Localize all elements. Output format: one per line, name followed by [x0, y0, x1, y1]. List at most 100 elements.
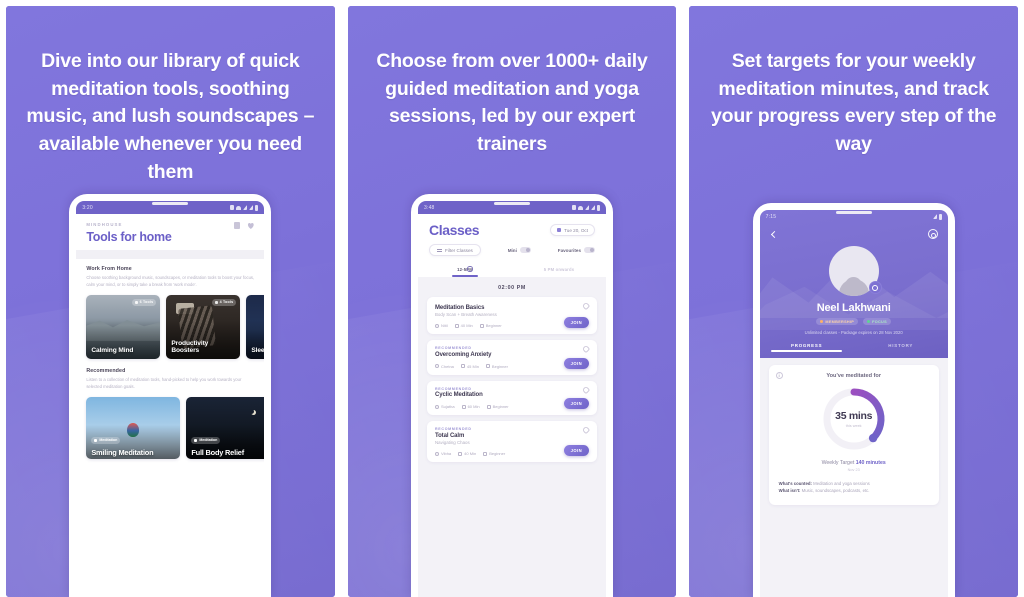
progress-ring-center: 35 mins this week [819, 384, 889, 454]
recommended-card[interactable]: Meditation Full Body Relief [186, 396, 265, 459]
level-meta: Beginner [483, 451, 505, 456]
join-button[interactable]: JOIN [563, 398, 589, 409]
tab-afternoon[interactable]: 12-5PM [418, 264, 512, 277]
signal-2-icon [591, 205, 595, 210]
tool-count-badge: 4 Tools [211, 298, 237, 306]
clock-icon [454, 323, 459, 328]
avatar-body [838, 279, 869, 296]
class-list[interactable]: 02:00 PM Meditation Basics Body Scan + B… [418, 277, 606, 597]
counted-label: What's counted: [778, 481, 812, 486]
favourites-toggle-label: Favourites [557, 247, 581, 253]
membership-badge-label: MEMBERSHIP [825, 319, 855, 324]
toggle-switch[interactable] [519, 247, 531, 253]
weekly-target-value: 140 minutes [855, 460, 886, 466]
recommended-section: Recommended Listen to a collection of me… [76, 359, 265, 459]
class-card[interactable]: Meditation Basics Body Scan + Breath Awa… [427, 297, 597, 334]
date-picker-button[interactable]: Tue 20, Oct [550, 224, 595, 236]
weekly-target-label: Weekly Target [821, 460, 855, 466]
level-icon [485, 364, 490, 368]
user-name: Neel Lakhwani [816, 302, 891, 314]
duration-meta: 60 Min [461, 404, 480, 409]
class-title: Overcoming Anxiety [435, 351, 492, 358]
status-icons [932, 213, 942, 220]
avatar-wrapper [828, 246, 882, 296]
class-card[interactable]: RECOMMENDED Cyclic Meditation Sujatha 60… [427, 380, 597, 415]
signal-icon [585, 205, 589, 210]
meditation-icon [94, 438, 98, 442]
tools-icon [134, 300, 138, 304]
level-meta: Beginner [479, 323, 502, 328]
tab-evening[interactable]: 5 PM onwards [512, 264, 606, 277]
person-icon [435, 404, 439, 409]
status-icons [572, 204, 600, 211]
class-card[interactable]: RECOMMENDED Total Calm Navigating Chaos … [427, 421, 597, 462]
join-label: JOIN [570, 448, 582, 453]
class-card[interactable]: RECOMMENDED Overcoming Anxiety Chetna 45… [427, 340, 597, 375]
screen-1-header: MINDHOUSE Tools for home [76, 214, 265, 250]
recommended-card-label: Smiling Meditation [91, 447, 154, 457]
tab-history[interactable]: HISTORY [854, 343, 948, 352]
counted-line: What's counted: Meditation and yoga sess… [779, 480, 929, 487]
section-body: Listen to a collection of meditation too… [86, 376, 242, 389]
duration-meta: 40 Min [458, 451, 476, 456]
weekly-target-sub: Nov 23 [847, 468, 860, 472]
phone-1-screen: 3:20 MINDHOUSE Tools for home Work From … [76, 201, 265, 597]
status-icons [230, 204, 259, 211]
filter-classes-button[interactable]: Filter Classes [429, 244, 481, 256]
tool-count-label: 4 Tools [219, 300, 234, 305]
battery-icon [597, 204, 600, 211]
recommended-card[interactable]: Meditation Smiling Meditation [86, 396, 181, 459]
date-label: Tue 20, Oct [564, 227, 588, 233]
phone-mockup-3: 7:15 Neel Lakhwani MEMBERSHIP FOCUS Unli… [752, 203, 955, 597]
phone-2-screen: 3:48 Classes Tue 20, Oct Filter Classes … [418, 201, 606, 597]
heart-icon[interactable] [247, 222, 254, 229]
page-title: Classes [429, 222, 480, 238]
filter-label: Filter Classes [445, 247, 473, 253]
section-body: Choose soothing background music, sounds… [86, 275, 255, 287]
favourites-toggle[interactable]: Favourites [558, 247, 595, 253]
class-title: Meditation Basics [435, 304, 485, 311]
panel-3-headline: Set targets for your weekly meditation m… [711, 50, 997, 156]
class-subtitle: Body Scan + Breath Awareness [435, 312, 497, 317]
trainer-meta: Nitil [435, 323, 448, 328]
progress-card: i You've meditated for 35 mins this week… [768, 365, 939, 505]
sliders-icon [437, 248, 442, 252]
join-button[interactable]: JOIN [563, 357, 589, 369]
cart-icon[interactable] [234, 222, 241, 229]
not-counted-value: Music, soundscapes, podcasts, etc. [801, 488, 870, 494]
moon-art [249, 409, 254, 414]
membership-badges: MEMBERSHIP FOCUS [760, 318, 948, 325]
tool-count-badge: 6 Tools [131, 298, 157, 306]
join-button[interactable]: JOIN [563, 317, 589, 328]
phone-notch [835, 211, 872, 214]
category-label: Meditation [99, 438, 118, 443]
join-button[interactable]: JOIN [563, 445, 589, 456]
not-counted-line: What isn't: Music, soundscapes, podcasts… [779, 487, 929, 494]
progress-value: 35 mins [835, 410, 873, 422]
focus-badge-label: FOCUS [872, 319, 887, 324]
screen-icon [461, 404, 466, 409]
category-label: Meditation [199, 438, 218, 443]
status-time: 3:48 [424, 204, 435, 211]
header-actions [234, 222, 254, 229]
alarm-icon [572, 205, 576, 210]
progress-ring: 35 mins this week [819, 384, 889, 454]
back-icon[interactable] [770, 231, 777, 238]
signal-2-icon [249, 205, 254, 210]
info-icon[interactable]: i [775, 372, 783, 379]
toggle-switch[interactable] [584, 247, 595, 253]
tool-card[interactable]: 4 Tools Productivity Boosters [166, 294, 241, 359]
badge-dot-icon [867, 320, 871, 323]
calendar-icon [557, 228, 562, 232]
duration-meta: 45 Min [460, 364, 479, 369]
class-subtitle: Navigating Chaos [435, 440, 470, 445]
tool-card[interactable]: 6 Tools Calming Mind [86, 294, 161, 359]
tool-card-row: 6 Tools Calming Mind 4 Tools Productivit… [86, 294, 265, 359]
tool-card-label: Sleep [251, 347, 265, 355]
profile-hero: 7:15 Neel Lakhwani MEMBERSHIP FOCUS Unli… [759, 210, 948, 358]
tool-card[interactable]: Sleep [246, 294, 265, 359]
mini-toggle[interactable]: Mini [508, 247, 531, 253]
gear-icon[interactable] [927, 229, 938, 239]
section-title: Work From Home [86, 266, 132, 272]
camera-icon[interactable] [868, 281, 882, 294]
